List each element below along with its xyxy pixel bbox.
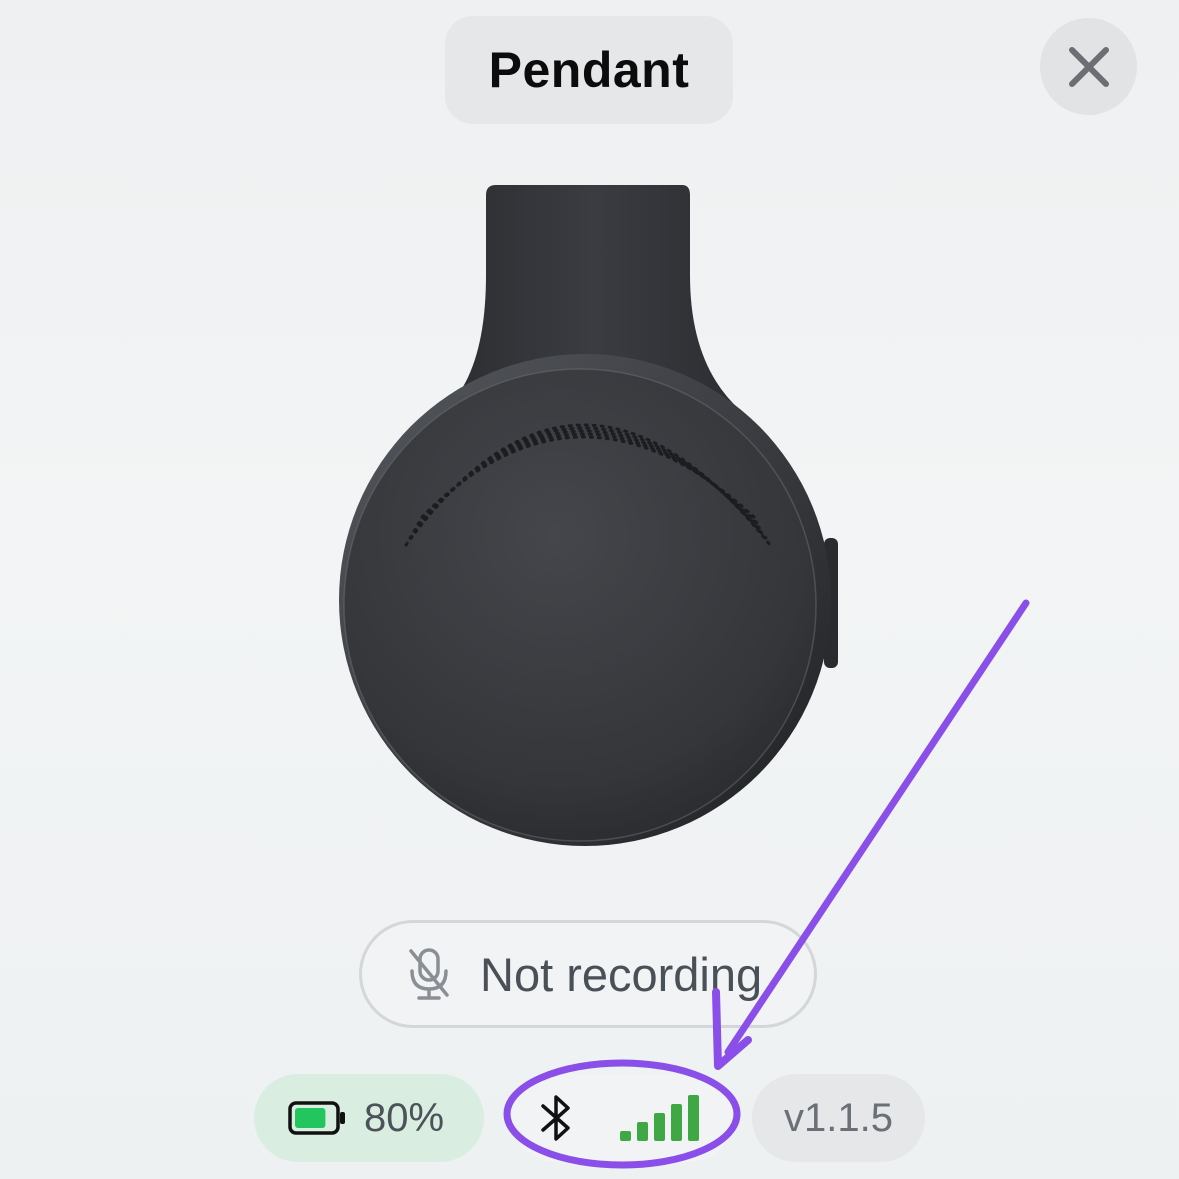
title-pill: Pendant [445, 16, 733, 124]
battery-percent: 80% [364, 1095, 445, 1140]
recording-status-pill[interactable]: Not recording [359, 920, 817, 1028]
battery-fill [295, 1108, 326, 1128]
battery-pill: 80% [254, 1074, 484, 1162]
mic-off-icon [409, 948, 449, 1000]
firmware-version: v1.1.5 [784, 1095, 893, 1140]
signal-bar [620, 1131, 631, 1141]
close-button[interactable] [1040, 18, 1137, 115]
signal-bar [637, 1122, 648, 1141]
bluetooth-icon [541, 1095, 570, 1141]
pendant-device-image [339, 185, 838, 846]
signal-bar [654, 1113, 665, 1141]
connection-pill [512, 1074, 734, 1162]
recording-status-label: Not recording [480, 947, 763, 1001]
signal-strength-icon [620, 1095, 699, 1141]
close-icon [1068, 46, 1109, 87]
page-title: Pendant [488, 42, 690, 98]
signal-bar [671, 1104, 682, 1141]
version-pill: v1.1.5 [752, 1074, 925, 1162]
signal-bar [688, 1095, 699, 1141]
battery-icon [288, 1101, 345, 1135]
